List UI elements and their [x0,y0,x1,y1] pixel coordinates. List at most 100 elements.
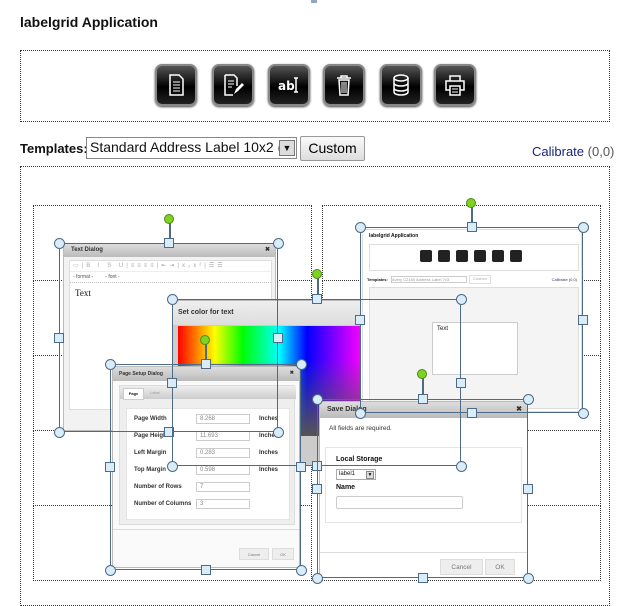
save-dialog-header: Save Dialog ✖ [320,402,527,418]
rotate-handle[interactable] [164,214,174,224]
top-marker [311,0,317,3]
resize-edge-handle[interactable] [273,332,283,343]
page-setup-row-input[interactable]: 0.598 [196,465,250,475]
resize-corner-handle[interactable] [104,358,116,370]
mini-canvas: Text [369,287,579,409]
resize-corner-handle[interactable] [166,293,178,305]
tab-page[interactable]: Page [123,388,144,400]
rotate-handle[interactable] [466,198,476,208]
resize-edge-handle[interactable] [200,359,211,369]
page-setup-header: Page Setup Dialog ✖ [113,367,299,381]
resize-edge-handle[interactable] [163,427,174,437]
resize-edge-handle[interactable] [578,315,588,325]
tab-label[interactable]: Label [145,388,165,399]
save-ok-button[interactable]: OK [485,559,515,575]
custom-button[interactable]: Custom [300,136,365,161]
page-setup-row-label: Left Margin [134,450,167,456]
mini-text-box: Text [432,322,518,375]
page-setup-ok-button[interactable]: OK [272,548,294,560]
page-setup-row-input[interactable]: 8.268 [196,414,250,424]
resize-edge-handle[interactable] [200,565,211,575]
resize-corner-handle[interactable] [53,237,65,249]
resize-corner-handle[interactable] [455,293,467,305]
page-setup-row-label: Number of Rows [134,484,182,490]
save-cancel-button[interactable]: Cancel [440,559,483,575]
resize-corner-handle[interactable] [53,426,65,438]
text-field-icon: ab [278,77,298,93]
delete-button[interactable] [323,64,365,106]
local-storage-label: Local Storage [336,456,383,463]
printer-icon [445,75,465,96]
page-setup-dialog-image[interactable]: Page Setup Dialog ✖ Page Label Page Width… [112,366,300,568]
mini-templates-label: Templates: [367,277,388,282]
rotate-handle[interactable] [417,369,427,379]
resize-corner-handle[interactable] [166,460,178,472]
resize-edge-handle[interactable] [355,315,365,325]
page-setup-title: Page Setup Dialog [119,371,163,377]
print-button[interactable] [434,64,476,106]
text-field-button[interactable]: ab [268,64,310,106]
resize-corner-handle[interactable] [354,407,366,419]
calibrate: Calibrate (0,0) [532,144,614,159]
font-select: - font - [105,274,120,280]
resize-corner-handle[interactable] [577,221,589,233]
page-setup-row-input[interactable]: 11.693 [196,431,250,441]
save-note: All fields are required. [329,425,392,432]
database-icon [393,74,409,96]
page-setup-cancel-button[interactable]: Cancel [239,548,269,560]
resize-edge-handle[interactable] [466,222,477,232]
name-label: Name [336,484,356,491]
resize-corner-handle[interactable] [295,358,307,370]
page-setup-row-unit: Inches [259,416,279,422]
mini-icons [420,250,522,262]
mini-app-title: labelgrid Application [369,233,419,239]
resize-edge-handle[interactable] [466,408,477,418]
resize-edge-handle[interactable] [312,483,322,494]
resize-corner-handle[interactable] [272,237,284,249]
local-storage-value: label1 [339,471,356,477]
resize-edge-handle[interactable] [311,461,322,471]
mini-app-image[interactable]: labelgrid Application Templates: Avery C… [362,229,582,412]
svg-text:ab: ab [278,79,295,93]
page-setup-row-input[interactable]: 3 [196,499,250,509]
database-button[interactable] [380,64,422,106]
resize-edge-handle[interactable] [417,573,428,583]
resize-edge-handle[interactable] [311,294,322,304]
templates-label: Templates: [20,141,88,156]
resize-corner-handle[interactable] [311,393,323,405]
page-setup-row-input[interactable]: 7 [196,482,250,492]
resize-corner-handle[interactable] [295,564,307,576]
resize-corner-handle[interactable] [354,221,366,233]
close-icon: ✖ [289,370,294,376]
resize-corner-handle[interactable] [272,426,284,438]
resize-edge-handle[interactable] [523,483,533,494]
page-setup-row-label: Page Width [134,416,167,422]
page-setup-row-label: Number of Columns [134,501,192,507]
templates-select[interactable]: Standard Address Label 10x2 (L ▼ [86,137,297,159]
page-setup-row-unit: Inches [259,467,279,473]
resize-edge-handle[interactable] [54,332,64,343]
resize-edge-handle[interactable] [456,377,466,388]
resize-corner-handle[interactable] [522,572,534,584]
rotate-handle[interactable] [200,335,210,345]
edit-document-button[interactable] [212,64,254,106]
resize-edge-handle[interactable] [163,238,174,248]
resize-edge-handle[interactable] [296,462,306,472]
resize-edge-handle[interactable] [167,377,177,388]
text-dialog-title: Text Dialog [71,247,103,253]
resize-edge-handle[interactable] [105,462,115,472]
local-storage-select[interactable]: label1 ▼ [336,469,376,480]
resize-corner-handle[interactable] [311,572,323,584]
resize-corner-handle[interactable] [577,407,589,419]
page-setup-row-input[interactable]: 0.283 [196,448,250,458]
resize-corner-handle[interactable] [104,564,116,576]
resize-edge-handle[interactable] [417,394,428,404]
editor-select-row: - format - - font - [70,272,271,283]
save-dialog-image[interactable]: Save Dialog ✖ All fields are required. Lo… [319,401,528,578]
calibrate-link[interactable]: Calibrate [532,144,584,159]
resize-corner-handle[interactable] [455,460,467,472]
new-document-button[interactable] [155,64,197,106]
rotate-handle[interactable] [312,269,322,279]
name-input[interactable] [336,496,463,509]
resize-corner-handle[interactable] [522,393,534,405]
